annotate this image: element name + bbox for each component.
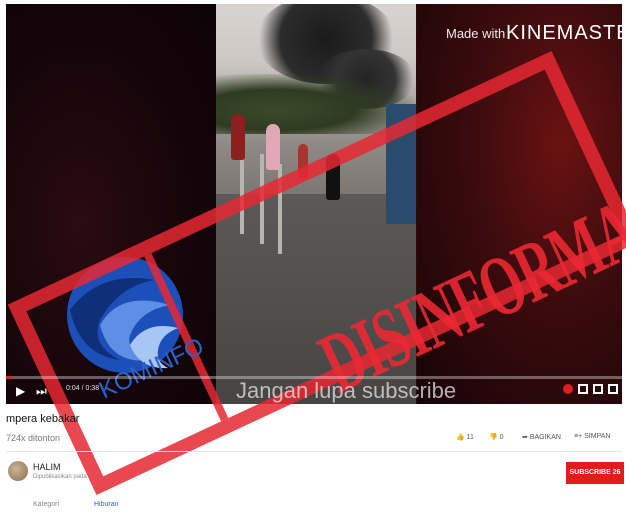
channel-name[interactable]: HALIM — [33, 462, 61, 472]
share-icon: ➦ — [522, 434, 528, 441]
miniplayer-icon[interactable] — [593, 384, 603, 394]
category-label: Kategori — [33, 501, 60, 508]
publish-date: Dipublikasikan pada — [33, 474, 87, 480]
view-count: 724x ditonton — [6, 433, 61, 443]
fullscreen-icon[interactable] — [608, 384, 618, 394]
autoplay-icon[interactable] — [563, 384, 573, 394]
watermark-prefix: Made with — [446, 26, 506, 41]
page: Made with KINEMASTER DISINFORMASI KOMINF… — [0, 0, 626, 519]
share-label: BAGIKAN — [529, 434, 561, 441]
progress-fill — [6, 376, 12, 379]
divider — [6, 451, 622, 452]
playlist-add-icon: ≡+ — [574, 433, 583, 440]
player-controls: ▶ ⏭ 0:04 / 0:38 Jangan lupa subscribe — [6, 374, 622, 404]
dislike-button[interactable]: 👎 0 — [489, 433, 504, 441]
share-button[interactable]: ➦ BAGIKAN — [522, 433, 561, 441]
dislike-count: 0 — [499, 434, 504, 441]
like-button[interactable]: 👍 11 — [456, 433, 474, 441]
thumbs-up-icon: 👍 — [456, 434, 465, 441]
play-icon[interactable]: ▶ — [16, 384, 25, 398]
subscribe-button[interactable]: SUBSCRIBE 26 — [566, 462, 624, 484]
video-title: mpera kebakar — [6, 413, 80, 425]
captions-icon[interactable] — [578, 384, 588, 394]
watermark-brand: KINEMASTER — [506, 22, 622, 44]
time-display: 0:04 / 0:38 — [66, 385, 100, 392]
save-button[interactable]: ≡+ SIMPAN — [574, 433, 610, 440]
next-icon[interactable]: ⏭ — [36, 384, 47, 398]
save-label: SIMPAN — [584, 433, 611, 440]
video-caption: Jangan lupa subscribe — [236, 378, 457, 403]
like-count: 11 — [466, 434, 474, 441]
person — [231, 114, 245, 160]
category-link[interactable]: Hiburan — [94, 501, 119, 508]
thumbs-down-icon: 👎 — [489, 434, 498, 441]
channel-avatar[interactable] — [8, 461, 28, 481]
person — [266, 124, 280, 170]
